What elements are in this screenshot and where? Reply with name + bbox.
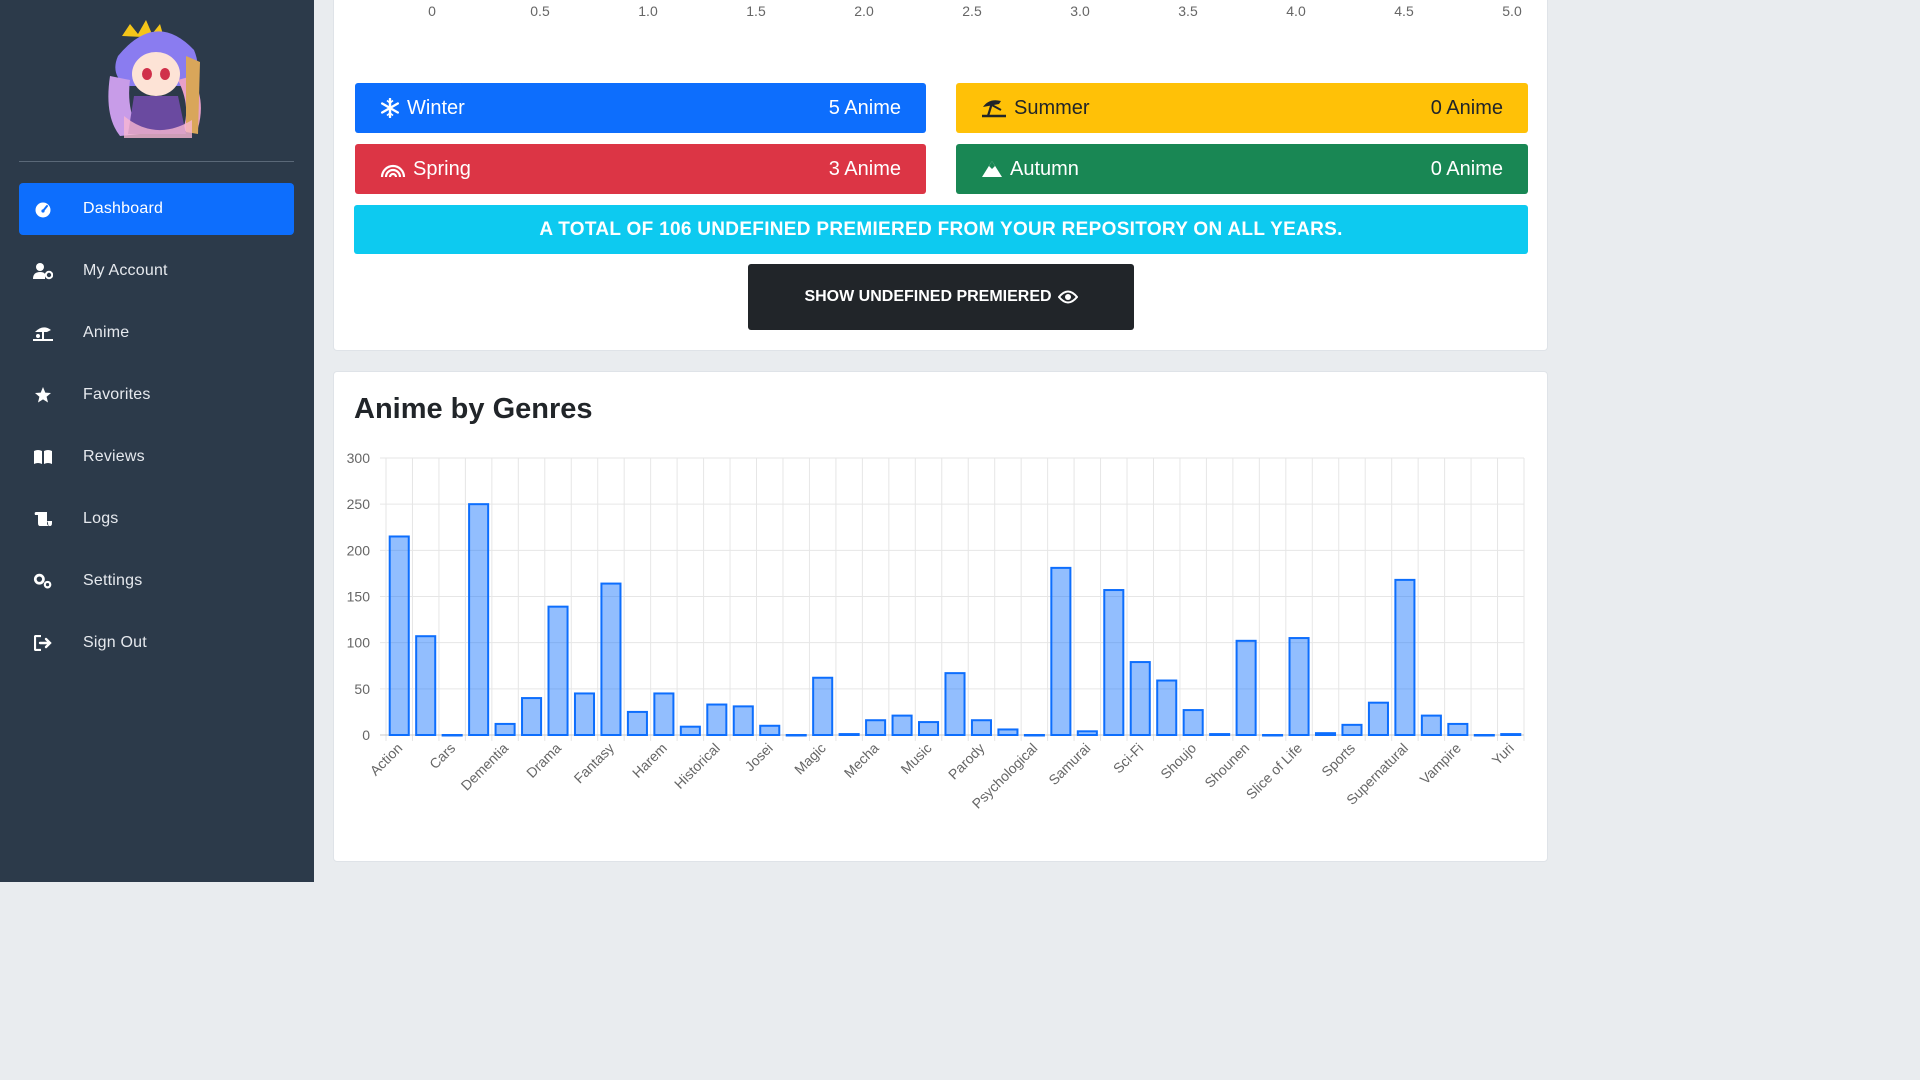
bar-military[interactable] — [891, 714, 913, 736]
bar-supernatural[interactable] — [1394, 578, 1416, 736]
bar-magic[interactable] — [812, 676, 834, 737]
bar-thriller[interactable] — [1420, 714, 1442, 736]
bar-drama[interactable] — [547, 605, 569, 737]
y-tick-label: 300 — [347, 450, 371, 466]
bar-shounen[interactable] — [1235, 639, 1257, 737]
bar-music[interactable] — [918, 721, 940, 736]
bar-shounen-ai[interactable] — [1262, 734, 1284, 737]
x-tick-label: Slice of Life — [1243, 740, 1306, 803]
bar-yuri[interactable] — [1500, 733, 1522, 736]
bar-parody[interactable] — [970, 719, 992, 737]
bar-school[interactable] — [1103, 589, 1125, 737]
bar-sci-fi[interactable] — [1129, 661, 1151, 736]
x-tick-label: Vampire — [1417, 740, 1465, 788]
bar-vampire[interactable] — [1447, 722, 1469, 736]
x-tick-label: Yuri — [1489, 740, 1517, 768]
bar-hentai[interactable] — [679, 725, 701, 737]
bar-slice-of-life[interactable] — [1288, 637, 1310, 736]
bar-fantasy[interactable] — [600, 582, 622, 736]
x-tick-label: Josei — [741, 740, 775, 774]
bar-space[interactable] — [1314, 732, 1337, 736]
x-tick-label: Historical — [671, 740, 723, 792]
genres-bar-chart: 0 50 100 150 200 250 300 Action Cars Dementia Dram… — [347, 450, 1525, 812]
bar-seinen[interactable] — [1156, 679, 1178, 736]
y-tick-label: 150 — [347, 589, 371, 605]
x-tick-label: Shounen — [1201, 740, 1252, 791]
y-tick-label: 250 — [347, 496, 371, 512]
bar-samurai[interactable] — [1076, 730, 1098, 736]
x-tick-label: Parody — [945, 740, 988, 783]
x-tick-label: Cars — [426, 740, 458, 772]
bar-sports[interactable] — [1341, 723, 1363, 736]
bar-martial-arts[interactable] — [838, 733, 860, 736]
x-tick-label: Fantasy — [571, 740, 618, 787]
bar-shoujo[interactable] — [1182, 709, 1204, 737]
bar-action[interactable] — [388, 535, 410, 736]
x-tick-label: Harem — [629, 740, 670, 781]
bar-kids[interactable] — [785, 734, 807, 737]
bar-adventure[interactable] — [415, 635, 437, 736]
x-tick-label: Drama — [523, 740, 564, 781]
bar-dementia[interactable] — [494, 722, 516, 736]
x-tick-label: Dementia — [458, 740, 512, 794]
bar-harem[interactable] — [653, 692, 675, 737]
bar-demons[interactable] — [521, 697, 543, 736]
bar-romance[interactable] — [1050, 566, 1072, 736]
x-tick-label: Sports — [1318, 740, 1358, 780]
y-tick-label: 50 — [354, 681, 370, 697]
bar-psychological[interactable] — [1023, 734, 1045, 737]
bar-mystery[interactable] — [944, 672, 966, 736]
bar-ecchi[interactable] — [573, 692, 596, 737]
y-tick-label: 200 — [347, 542, 371, 558]
bar-game[interactable] — [626, 710, 648, 737]
bar-cars[interactable] — [441, 734, 463, 737]
x-tick-label: Mecha — [841, 740, 882, 781]
x-tick-label: Music — [897, 740, 934, 777]
x-tick-label: Samurai — [1045, 740, 1093, 788]
bar-mecha[interactable] — [865, 719, 887, 737]
bar-historical[interactable] — [706, 703, 728, 737]
bar-yaoi[interactable] — [1473, 734, 1495, 737]
x-tick-label: Sci-Fi — [1110, 740, 1147, 777]
bar-shoujo-ai[interactable] — [1209, 733, 1231, 736]
bar-super-power[interactable] — [1367, 701, 1389, 737]
x-tick-label: Magic — [791, 740, 829, 778]
x-tick-label: Action — [367, 740, 406, 779]
bar-josei[interactable] — [759, 724, 781, 736]
bar-police[interactable] — [997, 728, 1019, 737]
y-tick-label: 0 — [362, 727, 370, 743]
bar-comedy[interactable] — [468, 503, 490, 736]
x-tick-label: Shoujo — [1157, 740, 1199, 782]
bar-horror[interactable] — [732, 705, 754, 736]
y-tick-label: 100 — [347, 635, 371, 651]
